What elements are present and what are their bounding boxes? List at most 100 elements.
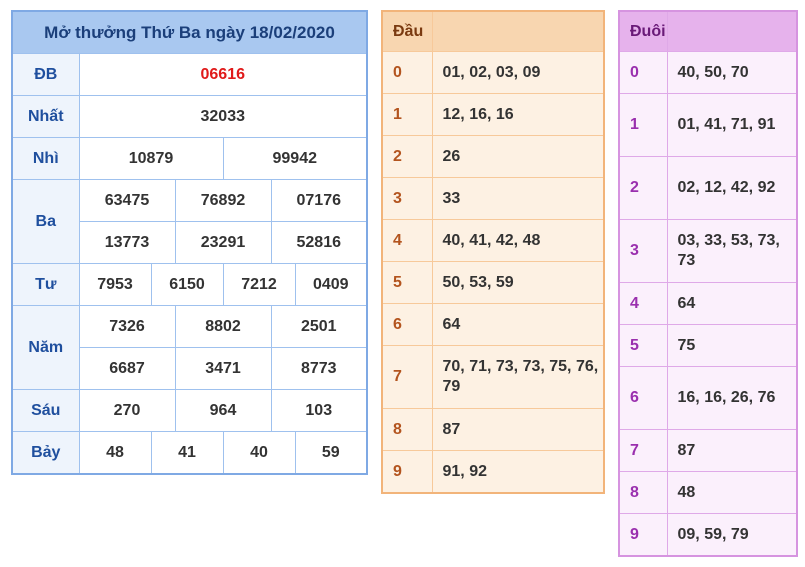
prize-number: 99942 bbox=[222, 137, 368, 180]
prize-number: 3471 bbox=[174, 347, 272, 390]
prize-number: 52816 bbox=[270, 221, 368, 264]
prize-label-nam: Năm bbox=[11, 305, 80, 390]
prize-number: 7326 bbox=[78, 305, 176, 348]
prize-label-bay: Bảy bbox=[11, 431, 80, 475]
head-values: 12, 16, 16 bbox=[431, 93, 605, 136]
prize-row-nam: Năm 7326 8802 2501 bbox=[11, 305, 368, 390]
prize-number: 23291 bbox=[174, 221, 272, 264]
head-values: 01, 02, 03, 09 bbox=[431, 51, 605, 94]
tail-table-title: Đuôi bbox=[618, 10, 668, 52]
prize-row-tu: Tư 7953 6150 7212 0409 bbox=[11, 263, 368, 306]
tail-key: 2 bbox=[618, 156, 668, 220]
tail-key: 0 bbox=[618, 51, 668, 94]
prize-number: 7212 bbox=[222, 263, 296, 306]
head-values: 33 bbox=[431, 177, 605, 220]
prize-number: 10879 bbox=[78, 137, 224, 180]
prize-label-db: ĐB bbox=[11, 53, 80, 96]
head-row: 0 01, 02, 03, 09 bbox=[381, 51, 605, 94]
head-key: 7 bbox=[381, 345, 433, 409]
head-values: 70, 71, 73, 73, 75, 76, 79 bbox=[431, 345, 605, 409]
tail-row: 3 03, 33, 53, 73, 73 bbox=[618, 219, 798, 283]
head-row: 3 33 bbox=[381, 177, 605, 220]
lottery-results-table: Mở thưởng Thứ Ba ngày 18/02/2020 ĐB 0661… bbox=[11, 10, 368, 475]
head-row: 7 70, 71, 73, 73, 75, 76, 79 bbox=[381, 345, 605, 409]
prize-number: 41 bbox=[150, 431, 224, 475]
tail-row: 4 64 bbox=[618, 282, 798, 325]
prize-row-sau: Sáu 270 964 103 bbox=[11, 389, 368, 432]
prize-number: 103 bbox=[270, 389, 368, 432]
tail-values: 75 bbox=[666, 324, 798, 367]
prize-number: 6150 bbox=[150, 263, 224, 306]
prize-number: 48 bbox=[78, 431, 152, 475]
head-values: 40, 41, 42, 48 bbox=[431, 219, 605, 262]
head-key: 5 bbox=[381, 261, 433, 304]
tail-row: 2 02, 12, 42, 92 bbox=[618, 156, 798, 220]
head-key: 3 bbox=[381, 177, 433, 220]
tail-values: 40, 50, 70 bbox=[666, 51, 798, 94]
tail-row: 0 40, 50, 70 bbox=[618, 51, 798, 94]
head-values: 50, 53, 59 bbox=[431, 261, 605, 304]
prize-label-ba: Ba bbox=[11, 179, 80, 264]
prize-row-ba: Ba 63475 76892 07176 bbox=[11, 179, 368, 264]
head-row: 1 12, 16, 16 bbox=[381, 93, 605, 136]
prize-row-bay: Bảy 48 41 40 59 bbox=[11, 431, 368, 475]
prize-number: 6687 bbox=[78, 347, 176, 390]
head-row: 4 40, 41, 42, 48 bbox=[381, 219, 605, 262]
prize-label-nhat: Nhất bbox=[11, 95, 80, 138]
tail-values: 09, 59, 79 bbox=[666, 513, 798, 557]
tail-row: 8 48 bbox=[618, 471, 798, 514]
tail-key: 4 bbox=[618, 282, 668, 325]
prize-number: 7953 bbox=[78, 263, 152, 306]
prize-number: 13773 bbox=[78, 221, 176, 264]
head-key: 2 bbox=[381, 135, 433, 178]
tail-key: 8 bbox=[618, 471, 668, 514]
head-key: 0 bbox=[381, 51, 433, 94]
head-table-header-blank bbox=[431, 10, 605, 52]
tail-row: 5 75 bbox=[618, 324, 798, 367]
head-key: 9 bbox=[381, 450, 433, 494]
head-row: 2 26 bbox=[381, 135, 605, 178]
head-values: 87 bbox=[431, 408, 605, 451]
prize-number: 07176 bbox=[270, 179, 368, 222]
head-row: 8 87 bbox=[381, 408, 605, 451]
head-values: 26 bbox=[431, 135, 605, 178]
prize-row-nhi: Nhì 10879 99942 bbox=[11, 137, 368, 180]
tail-key: 7 bbox=[618, 429, 668, 472]
tail-values: 87 bbox=[666, 429, 798, 472]
tail-key: 9 bbox=[618, 513, 668, 557]
head-values: 91, 92 bbox=[431, 450, 605, 494]
prize-number: 0409 bbox=[294, 263, 368, 306]
results-title: Mở thưởng Thứ Ba ngày 18/02/2020 bbox=[11, 10, 368, 54]
prize-label-sau: Sáu bbox=[11, 389, 80, 432]
prize-number: 76892 bbox=[174, 179, 272, 222]
head-table-title: Đầu bbox=[381, 10, 433, 52]
prize-number: 40 bbox=[222, 431, 296, 475]
tail-values: 01, 41, 71, 91 bbox=[666, 93, 798, 157]
prize-row-db: ĐB 06616 bbox=[11, 53, 368, 96]
head-key: 1 bbox=[381, 93, 433, 136]
tail-key: 3 bbox=[618, 219, 668, 283]
tail-key: 5 bbox=[618, 324, 668, 367]
tail-row: 7 87 bbox=[618, 429, 798, 472]
prize-number: 270 bbox=[78, 389, 176, 432]
prize-number: 964 bbox=[174, 389, 272, 432]
tail-key: 6 bbox=[618, 366, 668, 430]
head-key: 6 bbox=[381, 303, 433, 346]
head-key: 8 bbox=[381, 408, 433, 451]
tail-digit-table: Đuôi 0 40, 50, 70 1 01, 41, 71, 91 2 02, 12… bbox=[618, 10, 798, 557]
special-prize-number: 06616 bbox=[78, 53, 368, 96]
prize-number: 8802 bbox=[174, 305, 272, 348]
prize-label-tu: Tư bbox=[11, 263, 80, 306]
tail-values: 02, 12, 42, 92 bbox=[666, 156, 798, 220]
tail-values: 03, 33, 53, 73, 73 bbox=[666, 219, 798, 283]
tail-row: 6 16, 16, 26, 76 bbox=[618, 366, 798, 430]
tail-key: 1 bbox=[618, 93, 668, 157]
tail-row: 1 01, 41, 71, 91 bbox=[618, 93, 798, 157]
prize-number: 59 bbox=[294, 431, 368, 475]
head-key: 4 bbox=[381, 219, 433, 262]
head-digit-table: Đầu 0 01, 02, 03, 09 1 12, 16, 16 2 26 3 33 … bbox=[381, 10, 605, 494]
head-values: 64 bbox=[431, 303, 605, 346]
prize-number: 63475 bbox=[78, 179, 176, 222]
tail-table-header-blank bbox=[666, 10, 798, 52]
prize-number: 32033 bbox=[78, 95, 368, 138]
